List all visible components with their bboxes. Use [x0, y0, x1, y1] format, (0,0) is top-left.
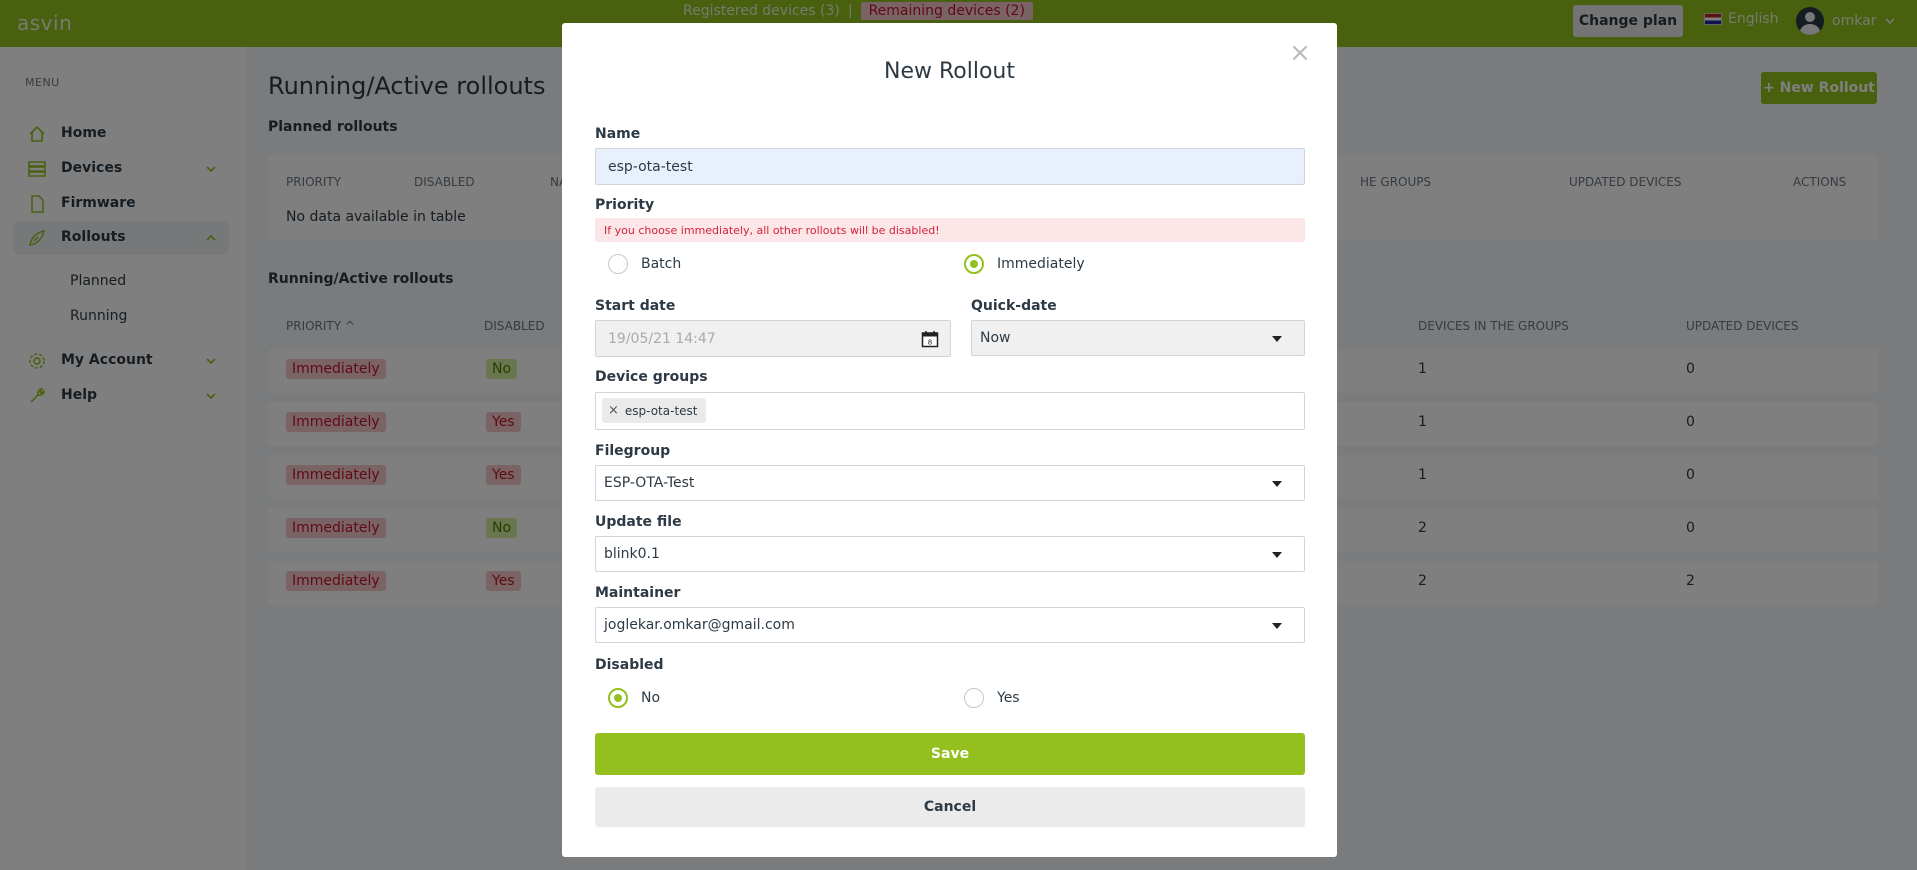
priority-warning: If you choose immediately, all other rol… [595, 218, 1305, 242]
chip-label: esp-ota-test [624, 403, 698, 418]
radio-button-selected[interactable] [608, 688, 628, 708]
calendar-day: 8 [928, 339, 932, 347]
priority-radio-immediately[interactable]: Immediately [964, 254, 1085, 274]
maintainer-select[interactable]: joglekar.omkar@gmail.com [595, 607, 1305, 643]
filegroup-value: ESP-OTA-Test [604, 475, 695, 491]
radio-label: Immediately [997, 256, 1085, 272]
update-file-select[interactable]: blink0.1 [595, 536, 1305, 572]
quick-date-label: Quick-date [971, 298, 1057, 314]
radio-button[interactable] [964, 688, 984, 708]
start-date-input[interactable]: 19/05/21 14:47 8 [595, 320, 951, 357]
maintainer-value: joglekar.omkar@gmail.com [604, 617, 795, 633]
disabled-radio-no[interactable]: No [608, 688, 660, 708]
caret-down-icon [1272, 481, 1282, 487]
disabled-label: Disabled [595, 657, 664, 673]
priority-label: Priority [595, 197, 655, 213]
caret-down-icon [1272, 552, 1282, 558]
device-groups-label: Device groups [595, 369, 708, 385]
filegroup-select[interactable]: ESP-OTA-Test [595, 465, 1305, 501]
name-label: Name [595, 126, 641, 142]
radio-label: Yes [997, 690, 1020, 706]
start-date-value: 19/05/21 14:47 [608, 330, 716, 347]
start-date-label: Start date [595, 298, 676, 314]
cancel-button[interactable]: Cancel [595, 787, 1305, 827]
disabled-radio-yes[interactable]: Yes [964, 688, 1020, 708]
maintainer-label: Maintainer [595, 585, 681, 601]
remove-chip-icon[interactable]: × [608, 403, 619, 418]
calendar-icon[interactable]: 8 [921, 330, 939, 348]
new-rollout-modal: × New Rollout Name esp-ota-test Priority… [562, 23, 1337, 857]
radio-label: No [641, 690, 661, 706]
modal-title: New Rollout [884, 59, 1015, 84]
device-groups-input[interactable]: × esp-ota-test [595, 392, 1305, 430]
filegroup-label: Filegroup [595, 443, 671, 459]
name-input[interactable]: esp-ota-test [595, 148, 1305, 185]
quick-date-value: Now [980, 330, 1011, 346]
update-file-label: Update file [595, 514, 682, 530]
quick-date-select[interactable]: Now [971, 320, 1305, 356]
update-file-value: blink0.1 [604, 546, 660, 562]
caret-down-icon [1272, 336, 1282, 342]
save-button[interactable]: Save [595, 733, 1305, 775]
radio-label: Batch [641, 256, 682, 272]
caret-down-icon [1272, 623, 1282, 629]
radio-button[interactable] [608, 254, 628, 274]
priority-radio-batch[interactable]: Batch [608, 254, 681, 274]
device-group-chip: × esp-ota-test [602, 398, 706, 423]
radio-button-selected[interactable] [964, 254, 984, 274]
